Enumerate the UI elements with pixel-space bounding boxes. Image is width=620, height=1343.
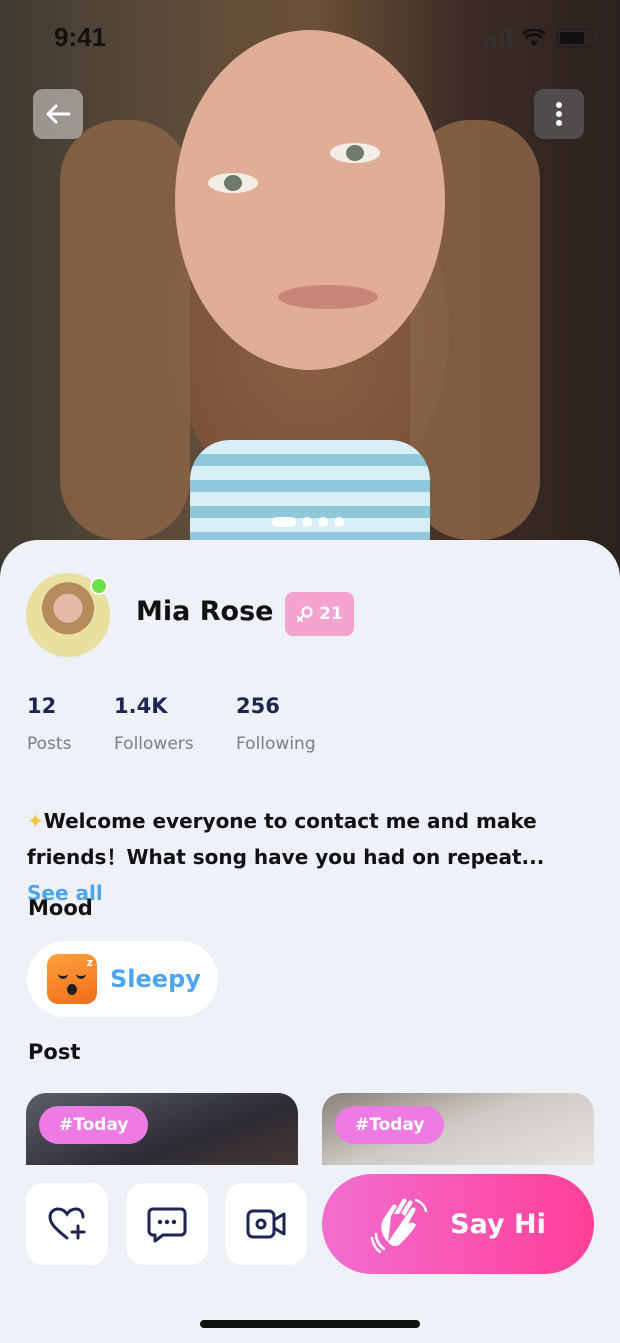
mood-chip[interactable]: z Sleepy [27,941,218,1017]
female-icon [297,606,313,623]
stat-label: Following [236,734,316,754]
more-options-button[interactable] [534,89,584,139]
page-dot[interactable] [334,517,344,527]
say-hi-label: Say Hi [450,1208,546,1240]
stat-value: 256 [236,694,280,718]
bio-body: Welcome everyone to contact me and make … [27,809,545,869]
sleepy-face-icon: z [47,954,97,1004]
profile-name: Mia Rose [136,596,274,627]
status-time: 9:41 [54,22,107,52]
back-button[interactable] [33,89,83,139]
post-card[interactable]: #Today [322,1093,594,1173]
post-tag: #Today [335,1106,445,1144]
mood-title: Mood [28,896,93,920]
stat-value: 12 [27,694,57,718]
chat-bubble-icon [147,1207,187,1243]
stat-following[interactable]: 256 Following [236,694,316,754]
heart-plus-icon [48,1207,86,1240]
wifi-icon [522,29,546,46]
video-camera-icon [246,1209,286,1239]
arrow-left-icon [46,104,71,124]
photo-pagination [272,517,344,527]
sparkle-icon: ✦ [27,809,44,833]
age-value: 21 [319,604,343,624]
home-indicator [200,1320,420,1328]
post-tag: #Today [39,1106,149,1144]
online-indicator [90,577,108,595]
stat-label: Followers [114,734,194,754]
stat-value: 1.4K [114,694,168,718]
message-button[interactable] [126,1183,208,1265]
page-dot[interactable] [272,517,296,527]
stat-posts[interactable]: 12 Posts [27,694,71,754]
say-hi-button[interactable]: Say Hi [322,1174,594,1274]
bio-text: ✦Welcome everyone to contact me and make… [27,803,587,911]
waving-hand-icon [370,1198,428,1254]
like-button[interactable] [26,1183,108,1265]
status-bar: 9:41 [0,0,620,76]
mood-label: Sleepy [110,965,201,993]
page-dot[interactable] [302,517,312,527]
profile-photo[interactable] [0,0,620,580]
more-vertical-icon [556,102,562,126]
post-card[interactable]: #Today [26,1093,298,1173]
post-title: Post [28,1040,81,1064]
battery-icon [556,28,594,48]
signal-icon [483,29,512,47]
stat-label: Posts [27,734,72,754]
page-dot[interactable] [318,517,328,527]
video-call-button[interactable] [225,1183,307,1265]
gender-age-badge: 21 [285,592,354,636]
stat-followers[interactable]: 1.4K Followers [114,694,194,754]
